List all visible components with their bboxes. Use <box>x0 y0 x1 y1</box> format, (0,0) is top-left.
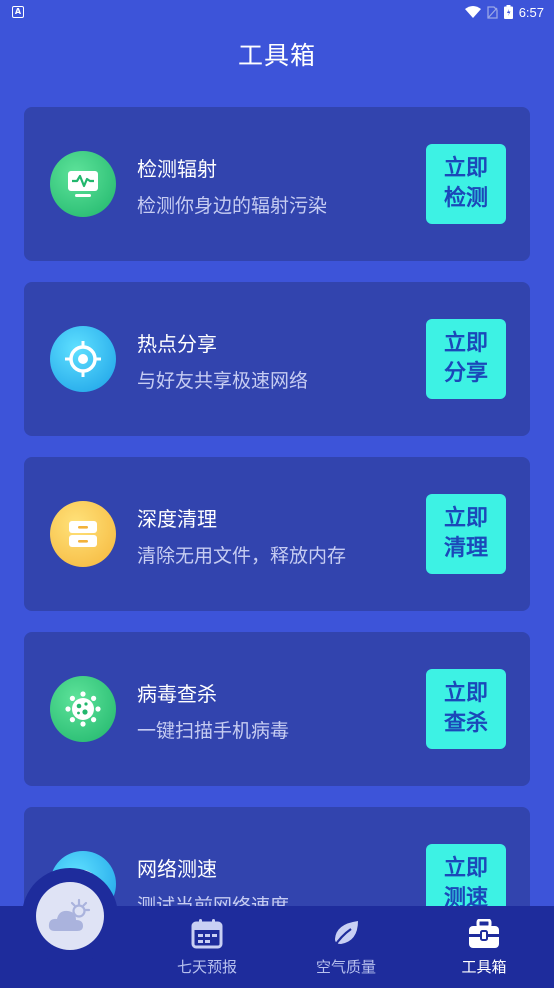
tab-seven-day-forecast[interactable]: 七天预报 <box>147 906 267 988</box>
button-label-line1: 立即 <box>443 156 488 181</box>
calendar-icon <box>191 918 223 950</box>
tool-list: 检测辐射 检测你身边的辐射污染 立即 检测 热点分享 与好友共享极速网络 立即 … <box>24 107 530 982</box>
toolbox-icon <box>467 918 501 950</box>
status-bar: A 6:57 <box>0 0 554 24</box>
clean-now-button[interactable]: 立即 清理 <box>426 494 506 574</box>
tab-label: 空气质量 <box>315 958 376 976</box>
button-label-line2: 检测 <box>443 186 488 211</box>
no-sim-icon <box>487 5 498 19</box>
app-notification-icon: A <box>12 6 24 18</box>
tool-title: 深度清理 <box>137 507 217 531</box>
tool-title: 热点分享 <box>137 332 217 356</box>
tab-label: 七天预报 <box>176 958 237 976</box>
tool-card-radiation: 检测辐射 检测你身边的辐射污染 立即 检测 <box>24 107 530 261</box>
weather-cloud-sun-icon <box>36 882 104 950</box>
detect-now-button[interactable]: 立即 检测 <box>426 144 506 224</box>
tool-description: 一键扫描手机病毒 <box>137 720 290 742</box>
tool-card-hotspot: 热点分享 与好友共享极速网络 立即 分享 <box>24 282 530 436</box>
weather-home-button[interactable] <box>22 868 118 964</box>
tab-air-quality[interactable]: 空气质量 <box>286 906 406 988</box>
button-label-line2: 查杀 <box>443 711 488 736</box>
tool-card-cleanup: 深度清理 清除无用文件，释放内存 立即 清理 <box>24 457 530 611</box>
share-now-button[interactable]: 立即 分享 <box>426 319 506 399</box>
tab-toolbox[interactable]: 工具箱 <box>424 906 544 988</box>
battery-icon <box>503 5 513 19</box>
drawer-icon <box>50 501 116 567</box>
tool-description: 检测你身边的辐射污染 <box>137 195 328 217</box>
leaf-icon <box>331 918 361 950</box>
tool-description: 清除无用文件，释放内存 <box>137 545 347 567</box>
scan-now-button[interactable]: 立即 查杀 <box>426 669 506 749</box>
button-label-line1: 立即 <box>443 681 488 706</box>
status-time: 6:57 <box>518 4 544 20</box>
button-label-line2: 清理 <box>443 536 488 561</box>
tool-card-antivirus: 病毒查杀 一键扫描手机病毒 立即 查杀 <box>24 632 530 786</box>
button-label-line1: 立即 <box>443 506 488 531</box>
button-label-line2: 分享 <box>443 361 488 386</box>
tool-title: 网络测速 <box>137 857 217 881</box>
button-label-line1: 立即 <box>443 331 488 356</box>
page-title: 工具箱 <box>237 41 316 70</box>
tool-title: 病毒查杀 <box>137 682 217 706</box>
wifi-icon <box>464 6 481 18</box>
monitor-pulse-icon <box>50 151 116 217</box>
tool-title: 检测辐射 <box>137 157 217 181</box>
tab-label: 工具箱 <box>461 958 507 976</box>
target-icon <box>50 326 116 392</box>
tool-description: 与好友共享极速网络 <box>137 370 309 392</box>
virus-icon <box>50 676 116 742</box>
button-label-line1: 立即 <box>443 856 488 881</box>
